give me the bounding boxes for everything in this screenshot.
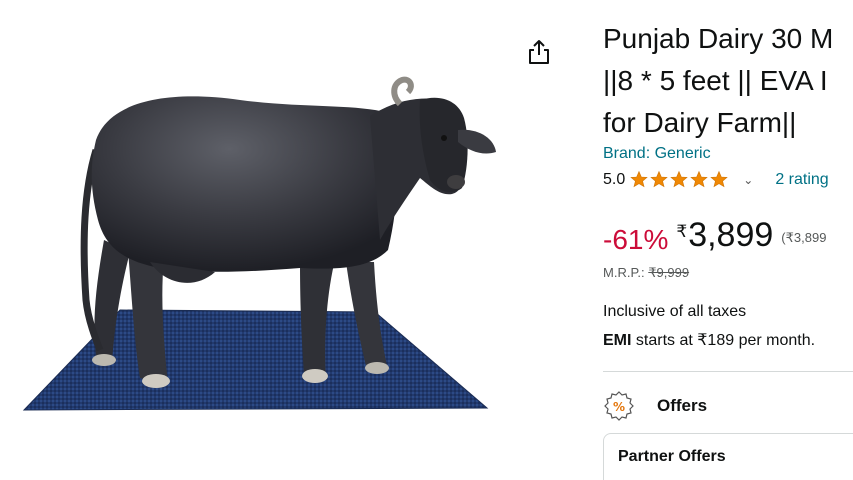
star-icon xyxy=(630,170,648,188)
product-details: Punjab Dairy 30 M ||8 * 5 feet || EVA I … xyxy=(603,0,853,480)
discount-percent: -61% xyxy=(603,224,669,255)
star-icon xyxy=(650,170,668,188)
title-line: Punjab Dairy 30 M xyxy=(603,23,834,54)
star-rating[interactable] xyxy=(629,170,729,189)
star-icon xyxy=(670,170,688,188)
share-icon xyxy=(529,40,549,64)
emi-text: starts at ₹189 per month. xyxy=(631,332,816,349)
star-icon xyxy=(690,170,708,188)
tax-note: Inclusive of all taxes xyxy=(603,303,747,320)
brand-link[interactable]: Brand: Generic xyxy=(603,145,711,163)
star-icon xyxy=(710,170,728,188)
product-image[interactable] xyxy=(0,0,520,480)
rating-value: 5.0 xyxy=(603,170,626,188)
ratings-link[interactable]: 2 rating xyxy=(775,171,828,189)
price-per-unit: (₹3,899 xyxy=(781,230,827,245)
price-row: -61% ₹ 3,899 (₹3,899 xyxy=(603,216,826,256)
svg-text:%: % xyxy=(613,400,625,414)
mrp-value: ₹9,999 xyxy=(648,265,690,280)
mrp-label: M.R.P.: xyxy=(603,265,649,280)
offers-label: Offers xyxy=(657,396,708,415)
share-button[interactable] xyxy=(526,38,552,66)
chevron-down-icon[interactable]: ⌄ xyxy=(743,173,753,187)
price-value: 3,899 xyxy=(688,216,774,254)
rating-row: 5.0 ⌄ 2 rating xyxy=(603,170,829,189)
product-title: Punjab Dairy 30 M ||8 * 5 feet || EVA I … xyxy=(603,18,853,144)
product-image-panel xyxy=(0,0,520,480)
currency-symbol: ₹ xyxy=(676,222,688,241)
emi-info: EMI starts at ₹189 per month. xyxy=(603,330,815,350)
partner-offers-label: Partner Offers xyxy=(618,448,726,465)
title-line: for Dairy Farm|| xyxy=(603,107,797,138)
divider xyxy=(603,371,853,372)
mrp: M.R.P.: ₹9,999 xyxy=(603,265,689,281)
percent-badge-icon: % xyxy=(604,391,634,421)
title-line: ||8 * 5 feet || EVA I xyxy=(603,65,828,96)
partner-offers-card[interactable]: Partner Offers xyxy=(603,433,853,480)
emi-label[interactable]: EMI xyxy=(603,332,631,349)
offers-header: % Offers xyxy=(603,390,707,422)
